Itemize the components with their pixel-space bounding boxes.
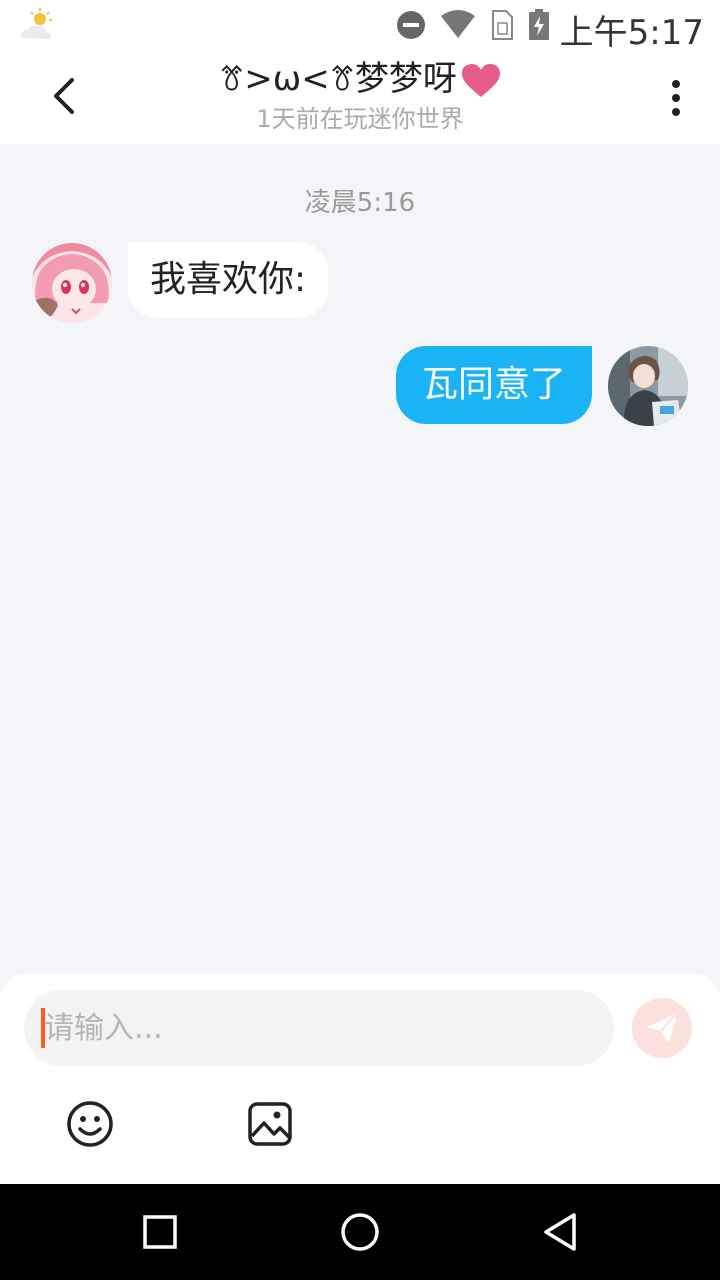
- my-avatar-image: [608, 346, 688, 426]
- emoji-icon: [67, 1101, 113, 1147]
- incoming-message-bubble[interactable]: 我喜欢你:: [128, 242, 329, 318]
- weather-icon: [21, 8, 52, 39]
- text-caret: [41, 1008, 45, 1048]
- chat-header: ꔢ>ω<ꔢ梦梦呀 1天前在玩迷你世界: [0, 50, 720, 144]
- back-button[interactable]: [40, 72, 88, 120]
- heart-icon: [461, 63, 500, 97]
- more-options-button[interactable]: [652, 72, 700, 124]
- system-nav-bar: [0, 1184, 720, 1280]
- send-button[interactable]: [632, 998, 692, 1058]
- recents-square-icon: [143, 1215, 177, 1249]
- status-time: 上午5:17: [559, 13, 704, 53]
- emoji-button[interactable]: [64, 1098, 116, 1150]
- home-button[interactable]: [334, 1206, 386, 1258]
- recents-button[interactable]: [134, 1206, 186, 1258]
- page-title: ꔢ>ω<ꔢ梦梦呀: [120, 54, 600, 104]
- outgoing-message-bubble[interactable]: 瓦同意了: [395, 346, 592, 424]
- battery-charging-icon: [529, 9, 549, 40]
- wifi-icon: [441, 10, 475, 38]
- message-timestamp: 凌晨5:16: [304, 188, 416, 218]
- status-bar: 上午5:17: [0, 0, 720, 53]
- image-button[interactable]: [244, 1098, 296, 1150]
- contact-name: ꔢ>ω<ꔢ梦梦呀: [219, 59, 457, 99]
- chevron-left-icon: [54, 78, 74, 114]
- image-icon: [248, 1102, 292, 1146]
- composer-panel: [0, 974, 720, 1184]
- more-vertical-icon: [672, 80, 680, 116]
- contact-avatar[interactable]: [32, 243, 112, 323]
- send-icon: [647, 1012, 678, 1043]
- sim-icon: [492, 10, 513, 40]
- status-icons: [396, 8, 550, 42]
- do-not-disturb-icon: [397, 11, 425, 39]
- my-avatar[interactable]: [608, 346, 688, 426]
- back-nav-button[interactable]: [534, 1206, 586, 1258]
- home-circle-icon: [341, 1213, 379, 1251]
- back-triangle-icon: [544, 1213, 576, 1251]
- message-input[interactable]: [24, 990, 614, 1066]
- header-titles: ꔢ>ω<ꔢ梦梦呀 1天前在玩迷你世界: [120, 54, 600, 134]
- contact-status: 1天前在玩迷你世界: [256, 105, 464, 133]
- contact-avatar-image: [32, 243, 112, 323]
